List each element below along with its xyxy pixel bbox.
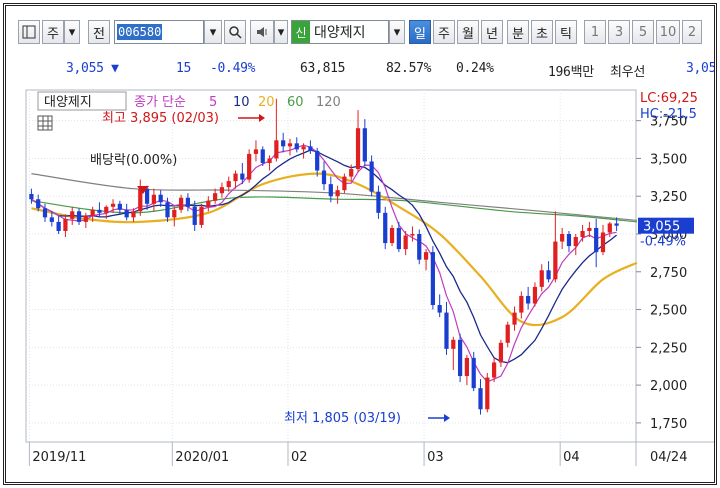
y-tick-label: 3,250 bbox=[650, 190, 687, 205]
current-price: 3,055 ▼ bbox=[66, 61, 119, 76]
legend-ma60: 60 bbox=[287, 95, 304, 110]
app-window: 주 ▾ 전 006580 ▾ ▾ 신 대양제지 ▾ 일 주 월 년 분 초 틱 … bbox=[3, 3, 717, 485]
price-tag-value: 3,055 bbox=[643, 220, 680, 235]
x-tick-label-last: 04/24 bbox=[650, 450, 687, 465]
chevron-down-icon[interactable]: ▾ bbox=[274, 20, 288, 44]
ask-price: 3,05 bbox=[686, 61, 717, 76]
y-tick-label: 3,500 bbox=[650, 152, 687, 167]
candle bbox=[485, 373, 490, 413]
period-tab-month[interactable]: 월 bbox=[457, 20, 479, 44]
interval-3[interactable]: 3 bbox=[608, 20, 630, 44]
speaker-icon[interactable] bbox=[250, 20, 274, 44]
quote-bar: 3,055 ▼ 15 -0.49% 63,815 82.57% 0.24% 19… bbox=[18, 58, 717, 80]
interval-5[interactable]: 5 bbox=[632, 20, 654, 44]
lc-label: LC:69,25 bbox=[640, 91, 698, 106]
high-annotation: 최고 3,895 (02/03) bbox=[102, 111, 219, 126]
stock-name-box[interactable]: 신 대양제지 bbox=[291, 20, 389, 44]
legend-title: 대양제지 bbox=[44, 95, 92, 110]
x-tick-label: 2019/11 bbox=[32, 450, 86, 465]
period-tab-minute[interactable]: 분 bbox=[507, 20, 529, 44]
interval-1[interactable]: 1 bbox=[584, 20, 606, 44]
legend-ma20: 20 bbox=[258, 95, 275, 110]
chevron-down-icon[interactable]: ▾ bbox=[204, 20, 222, 44]
period-tab-day[interactable]: 일 bbox=[409, 20, 431, 44]
x-tick-label: 04 bbox=[563, 450, 580, 465]
credit-tag: 신 bbox=[292, 21, 310, 43]
toolbar: 주 ▾ 전 006580 ▾ ▾ 신 대양제지 ▾ 일 주 월 년 분 초 틱 … bbox=[18, 20, 714, 44]
candle bbox=[247, 149, 252, 183]
trade-amount: 196백만 bbox=[548, 65, 594, 80]
turnover-rate: 0.24% bbox=[456, 61, 494, 76]
y-tick-label: 1,750 bbox=[650, 417, 687, 432]
y-tick-label: 2,750 bbox=[650, 266, 687, 281]
volume-ratio: 82.57% bbox=[386, 61, 432, 76]
hc-label: HC:-21,5 bbox=[640, 107, 697, 122]
legend-price-label: 종가 단순 bbox=[134, 95, 186, 110]
period-tab-year[interactable]: 년 bbox=[481, 20, 503, 44]
priority-label: 최우선 bbox=[610, 65, 645, 80]
period-tab-week[interactable]: 주 bbox=[433, 20, 455, 44]
candle bbox=[389, 224, 395, 247]
x-tick-label: 02 bbox=[291, 450, 308, 465]
price-chart[interactable]: 1,7502,0002,2502,5002,7503,0003,2503,500… bbox=[24, 88, 714, 472]
layout-icon[interactable] bbox=[18, 20, 40, 44]
candle bbox=[369, 155, 374, 197]
candle bbox=[199, 203, 204, 228]
legend-ma5: 5 bbox=[209, 95, 217, 110]
chart-type-select[interactable]: 주 bbox=[42, 20, 64, 44]
stock-name: 대양제지 bbox=[314, 25, 366, 41]
interval-10[interactable]: 10 bbox=[656, 20, 680, 44]
low-annotation: 최저 1,805 (03/19) bbox=[284, 411, 401, 426]
y-tick-label: 2,250 bbox=[650, 341, 687, 356]
price-change: 15 bbox=[176, 61, 192, 76]
candle bbox=[430, 246, 435, 310]
volume: 63,815 bbox=[300, 61, 346, 76]
search-icon[interactable] bbox=[224, 20, 246, 44]
legend-ma10: 10 bbox=[233, 95, 250, 110]
legend-ma120: 120 bbox=[316, 95, 341, 110]
current-price-tag: 3,055 -0.49% bbox=[638, 217, 694, 250]
candle bbox=[417, 229, 422, 265]
y-tick-label: 2,000 bbox=[650, 379, 687, 394]
price-tag-pct: -0.49% bbox=[640, 235, 686, 250]
chevron-down-icon[interactable]: ▾ bbox=[389, 20, 405, 44]
price-change-pct: -0.49% bbox=[210, 61, 256, 76]
stock-code-input[interactable]: 006580 bbox=[114, 20, 204, 44]
period-tab-tick[interactable]: 틱 bbox=[555, 20, 577, 44]
interval-2x[interactable]: 2 bbox=[682, 20, 702, 44]
dividend-annotation: 배당락(0.00%) bbox=[90, 153, 177, 168]
candle bbox=[457, 333, 463, 383]
x-tick-label: 03 bbox=[427, 450, 444, 465]
chevron-down-icon[interactable]: ▾ bbox=[64, 20, 80, 44]
table-icon[interactable] bbox=[37, 115, 53, 131]
y-tick-label: 2,500 bbox=[650, 304, 687, 319]
x-tick-label: 2020/01 bbox=[175, 450, 229, 465]
candle bbox=[383, 206, 388, 250]
period-tab-second[interactable]: 초 bbox=[531, 20, 553, 44]
jeon-button[interactable]: 전 bbox=[88, 20, 110, 44]
